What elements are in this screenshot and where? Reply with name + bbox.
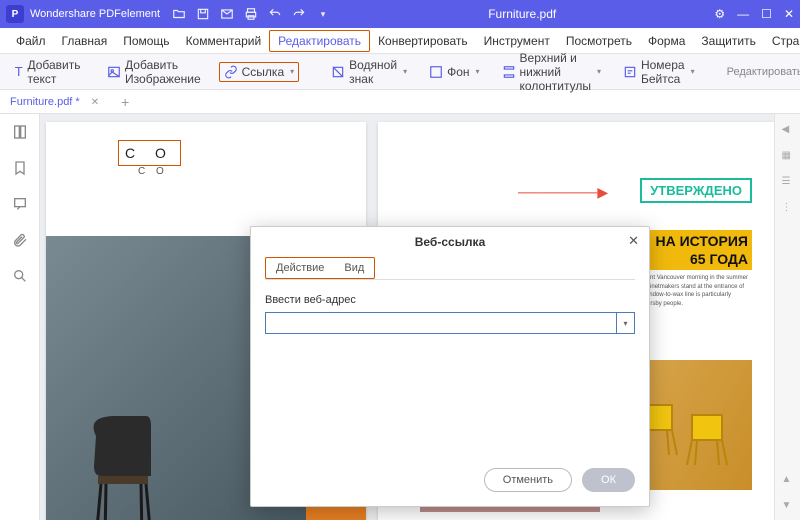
menu-convert[interactable]: Конвертировать [370,31,476,51]
redo-icon[interactable] [292,7,306,21]
menu-view[interactable]: Посмотреть [558,31,640,51]
menu-protect[interactable]: Защитить [693,31,763,51]
header-footer-label: Верхний и нижний колонтитулы [520,51,591,93]
attachment-icon[interactable] [12,232,28,248]
history-title-line1: НА ИСТОРИЯ [656,233,749,249]
print-icon[interactable] [244,7,258,21]
folder-icon[interactable] [172,7,186,21]
bates-label: Номера Бейтса [641,58,685,86]
link-icon [224,65,238,79]
maximize-icon[interactable]: ☐ [761,7,772,21]
add-image-label: Добавить Изображение [125,58,201,86]
undo-icon[interactable] [268,7,282,21]
tab-close-icon[interactable]: ✕ [91,97,99,108]
minimize-icon[interactable]: — [737,7,749,21]
close-window-icon[interactable]: ✕ [784,7,794,21]
title-bar: P Wondershare PDFelement ▾ Furniture.pdf… [0,0,800,28]
collapse-icon[interactable]: ◀ [782,124,794,136]
menu-edit[interactable]: Редактировать [269,30,370,52]
url-dropdown-icon[interactable]: ▾ [617,312,635,334]
dialog-title: Веб-ссылка [251,227,649,257]
chevron-down-icon: ▾ [476,67,480,76]
edit-toolbar: T Добавить текст Добавить Изображение Сс… [0,54,800,90]
chevron-down-icon: ▾ [691,67,695,76]
menu-tool[interactable]: Инструмент [476,31,558,51]
titlebar-quick-icons: ▾ [172,7,330,21]
app-name: Wondershare PDFelement [30,8,160,20]
background-icon [429,65,443,79]
watermark-label: Водяной знак [349,58,397,86]
menu-comment[interactable]: Комментарий [178,31,270,51]
url-input-label: Ввести веб-адрес [265,294,635,306]
bates-icon [623,65,637,79]
app-logo-icon: P [6,5,24,23]
arrow-right-icon: ────────▶ [518,184,608,201]
background-button[interactable]: Фон ▾ [425,63,483,81]
chevron-down-icon: ▾ [403,67,407,76]
text-icon: T [14,65,23,79]
ok-button[interactable]: ОК [582,468,635,492]
document-tabstrip: Furniture.pdf * ✕ + [0,90,800,114]
web-link-dialog: Веб-ссылка ✕ Действие Вид Ввести веб-адр… [250,226,650,507]
window-controls: ⚙ — ☐ ✕ [714,7,794,21]
dialog-close-icon[interactable]: ✕ [628,233,639,249]
document-tab[interactable]: Furniture.pdf * ✕ [0,93,113,111]
add-text-button[interactable]: T Добавить текст [10,56,89,88]
document-canvas[interactable]: C O C O h ────────▶ УТВЕРЖДЕНО НА ИСТОРИ… [40,114,774,520]
scroll-up-icon[interactable]: ▲ [782,474,794,486]
tab-label: Furniture.pdf * [10,96,80,108]
link-label: Ссылка [242,65,284,79]
cancel-button[interactable]: Отменить [484,468,572,492]
background-label: Фон [447,65,469,79]
menu-file[interactable]: Файл [8,31,54,51]
search-icon[interactable] [12,268,28,284]
dialog-tab-view[interactable]: Вид [334,258,374,278]
chevron-down-icon: ▾ [597,67,601,76]
menu-help[interactable]: Помощь [115,31,177,51]
dialog-body: Ввести веб-адрес ▾ [251,280,649,348]
header-footer-icon [502,65,516,79]
annotations-icon[interactable] [12,196,28,212]
bates-button[interactable]: Номера Бейтса ▾ [619,56,699,88]
menu-bar: Файл Главная Помощь Комментарий Редактир… [0,28,800,54]
properties-icon[interactable]: ▦ [782,150,794,162]
header-footer-button[interactable]: Верхний и нижний колонтитулы ▾ [498,49,605,95]
layers-icon[interactable]: ☰ [782,176,794,188]
left-sidebar [0,114,40,520]
save-icon[interactable] [196,7,210,21]
add-image-button[interactable]: Добавить Изображение [103,56,205,88]
page-left-subtitle: C O [138,166,168,177]
watermark-icon [331,65,345,79]
page-left-title: C O [118,140,181,166]
menu-form[interactable]: Форма [640,31,693,51]
dialog-tab-action[interactable]: Действие [266,258,334,278]
url-input[interactable] [265,312,617,334]
link-button[interactable]: Ссылка ▾ [219,62,300,82]
image-icon [107,65,121,79]
mail-icon[interactable] [220,7,234,21]
scroll-down-icon[interactable]: ▼ [782,500,794,512]
url-input-wrap: ▾ [265,312,635,334]
right-sidebar: ◀ ▦ ☰ ⋮ ▲ ▼ [774,114,800,520]
edit-mode-label: Редактировать [727,66,800,78]
more-icon[interactable]: ⋮ [782,202,794,214]
thumbnails-icon[interactable] [12,124,28,140]
yellow-chair-icon [682,410,732,470]
menu-page[interactable]: Страница [764,31,800,51]
history-title-line2: 65 ГОДА [690,251,748,267]
workspace: C O C O h ────────▶ УТВЕРЖДЕНО НА ИСТОРИ… [0,114,800,520]
titlebar-chevron-down-icon[interactable]: ▾ [316,7,330,21]
menu-home[interactable]: Главная [54,31,116,51]
dialog-tabs: Действие Вид [265,257,635,280]
document-title: Furniture.pdf [330,7,714,21]
bookmark-icon[interactable] [12,160,28,176]
approved-stamp: УТВЕРЖДЕНО [640,178,752,203]
bar-stool-illustration [76,406,186,520]
dialog-footer: Отменить ОК [251,458,649,506]
settings-icon[interactable]: ⚙ [714,7,725,21]
add-tab-button[interactable]: + [113,92,137,112]
watermark-button[interactable]: Водяной знак ▾ [327,56,411,88]
chevron-down-icon: ▾ [290,67,294,76]
add-text-label: Добавить текст [27,58,85,86]
